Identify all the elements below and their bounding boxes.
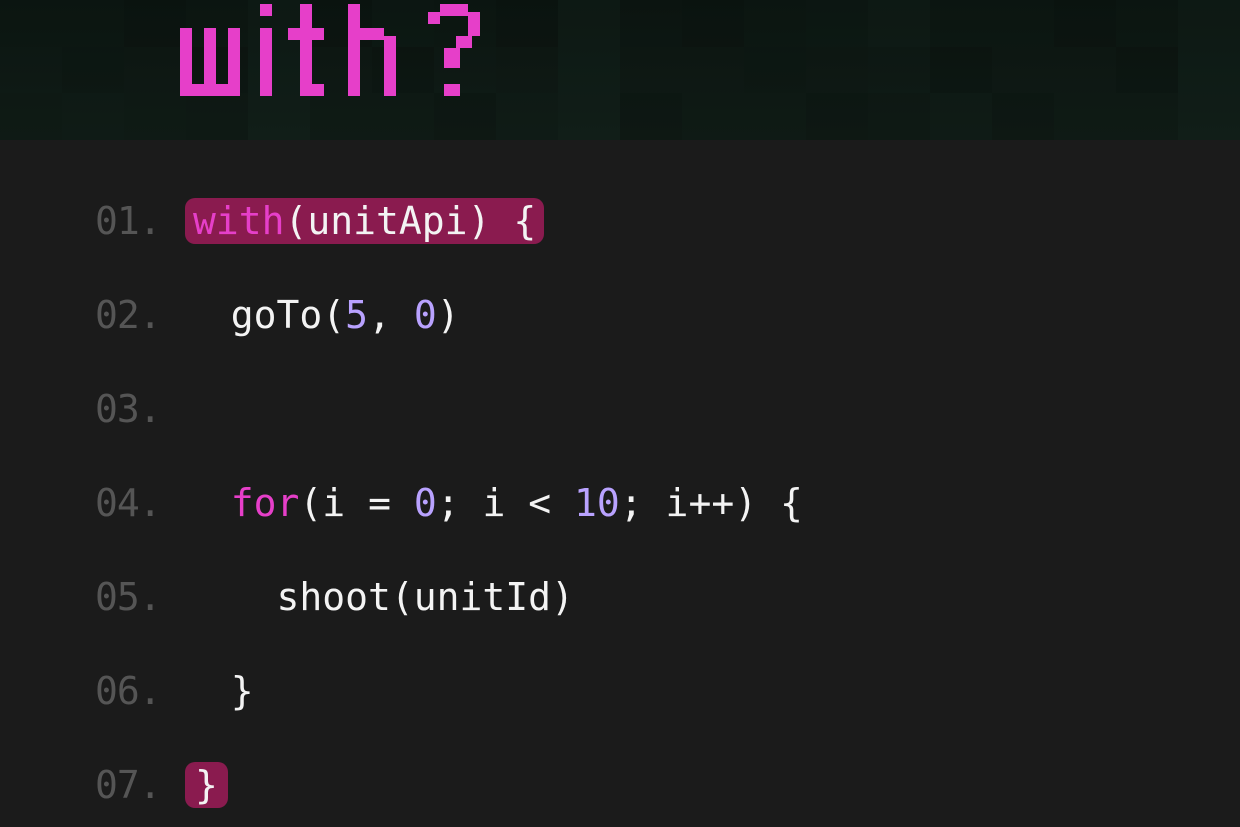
code-line: 02. goTo(5, 0)	[95, 268, 1240, 362]
title-glyphs	[180, 4, 560, 114]
token-punct: )	[551, 575, 574, 619]
code-content: goTo(5, 0)	[185, 296, 460, 334]
token-punct: ,	[368, 293, 414, 337]
token-punct: <	[505, 481, 574, 525]
token-numlit: 10	[574, 481, 620, 525]
token-punct: )	[437, 293, 460, 337]
token-numlit: 0	[414, 481, 437, 525]
code-content: }	[185, 672, 254, 710]
code-line: 06. }	[95, 644, 1240, 738]
code-block: 01.with(unitApi) {02. goTo(5, 0)03.04. f…	[0, 140, 1240, 827]
code-line: 03.	[95, 362, 1240, 456]
token-ident: i	[666, 481, 689, 525]
token-punct: ++) {	[688, 481, 802, 525]
token-punct: (	[285, 199, 308, 243]
highlight: with(unitApi) {	[185, 198, 544, 244]
token-punct: ) {	[468, 199, 537, 243]
code-content: shoot(unitId)	[185, 578, 574, 616]
token-punct: (	[391, 575, 414, 619]
line-number: 06.	[95, 672, 185, 710]
code-content: }	[185, 762, 228, 808]
line-number: 05.	[95, 578, 185, 616]
token-punct: }	[195, 763, 218, 807]
line-number: 02.	[95, 296, 185, 334]
line-number: 01.	[95, 202, 185, 240]
slide-header	[0, 0, 1240, 140]
token-ident: shoot	[277, 575, 391, 619]
token-ident: i	[322, 481, 345, 525]
line-number: 07.	[95, 766, 185, 804]
highlight: }	[185, 762, 228, 808]
token-punct: =	[345, 481, 414, 525]
code-content: with(unitApi) {	[185, 198, 544, 244]
token-punct: ;	[620, 481, 666, 525]
token-kw: with	[193, 199, 285, 243]
code-content: for(i = 0; i < 10; i++) {	[185, 484, 803, 522]
code-line: 07.}	[95, 738, 1240, 827]
token-punct: (	[322, 293, 345, 337]
line-number: 03.	[95, 390, 185, 428]
code-line: 05. shoot(unitId)	[95, 550, 1240, 644]
code-line: 01.with(unitApi) {	[95, 174, 1240, 268]
slide-title	[180, 4, 560, 114]
token-punct: (	[299, 481, 322, 525]
token-numlit: 5	[345, 293, 368, 337]
token-ident: goTo	[231, 293, 323, 337]
token-numlit: 0	[414, 293, 437, 337]
code-line: 04. for(i = 0; i < 10; i++) {	[95, 456, 1240, 550]
token-punct: }	[231, 669, 254, 713]
line-number: 04.	[95, 484, 185, 522]
token-ident: unitApi	[307, 199, 467, 243]
token-punct: ;	[437, 481, 483, 525]
token-kw: for	[231, 481, 300, 525]
token-ident: unitId	[414, 575, 551, 619]
token-ident: i	[482, 481, 505, 525]
